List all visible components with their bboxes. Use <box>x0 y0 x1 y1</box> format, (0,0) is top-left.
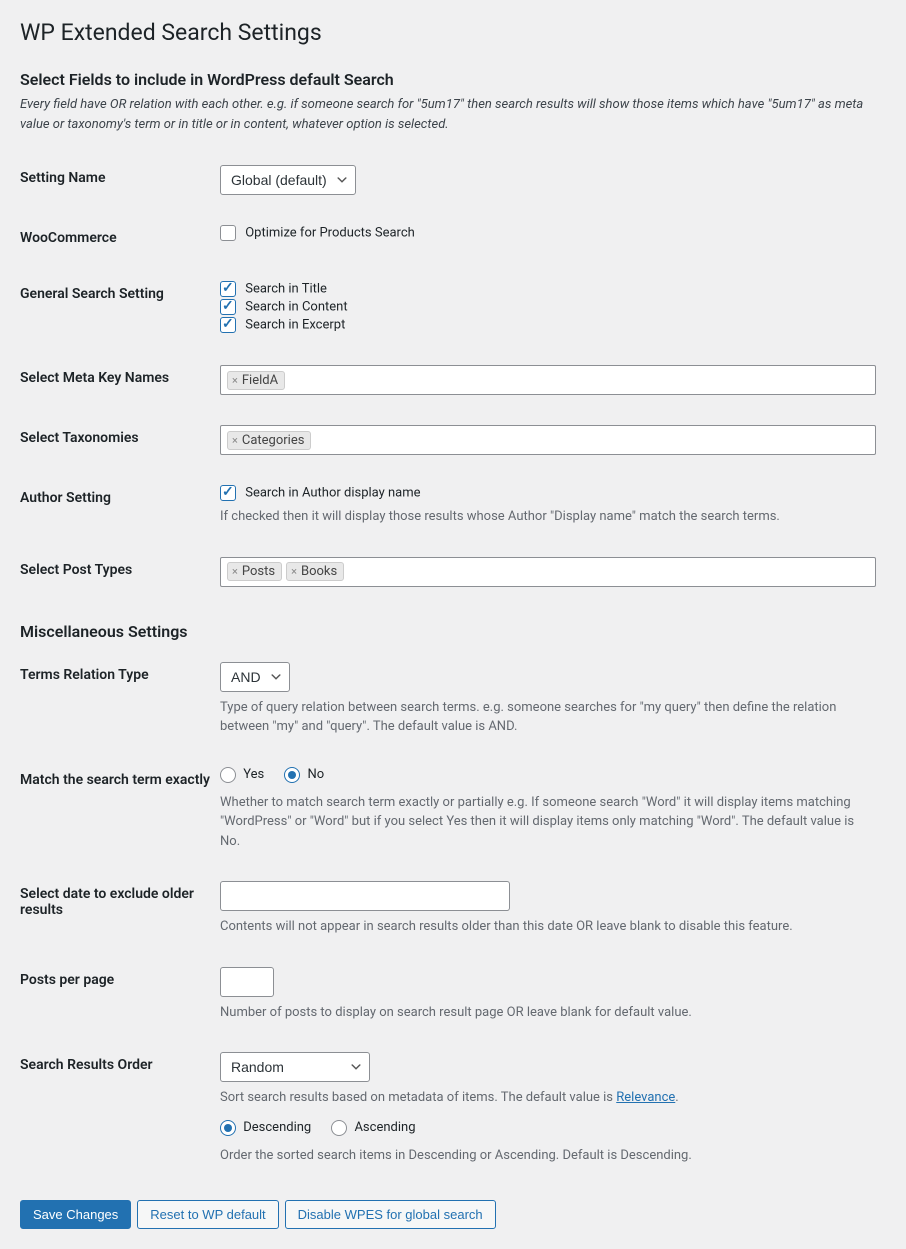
results-order-help: Sort search results based on metadata of… <box>220 1088 876 1108</box>
posts-per-page-help: Number of posts to display on search res… <box>220 1003 876 1023</box>
section-heading-fields: Select Fields to include in WordPress de… <box>20 70 886 89</box>
exact-match-help: Whether to match search term exactly or … <box>220 793 876 852</box>
post-types-input[interactable]: × Posts × Books <box>220 557 876 587</box>
label-terms-relation: Terms Relation Type <box>20 647 220 752</box>
exact-yes-radio[interactable] <box>220 767 236 783</box>
label-results-order: Search Results Order <box>20 1037 220 1180</box>
reset-button[interactable]: Reset to WP default <box>137 1200 278 1229</box>
label-exclude-date: Select date to exclude older results <box>20 866 220 952</box>
exact-yes-label: Yes <box>243 767 264 782</box>
label-taxonomies: Select Taxonomies <box>20 410 220 470</box>
taxonomies-input[interactable]: × Categories <box>220 425 876 455</box>
section-heading-misc: Miscellaneous Settings <box>20 622 886 641</box>
misc-form-table: Terms Relation Type AND Type of query re… <box>20 647 886 1181</box>
save-button[interactable]: Save Changes <box>20 1200 131 1229</box>
ascending-label: Ascending <box>354 1120 415 1135</box>
remove-tag-icon[interactable]: × <box>232 374 238 387</box>
ascending-radio[interactable] <box>331 1120 347 1136</box>
exact-no-label: No <box>307 767 324 782</box>
woocommerce-checkbox[interactable] <box>220 225 236 241</box>
exclude-date-help: Contents will not appear in search resul… <box>220 917 876 937</box>
page-title: WP Extended Search Settings <box>20 10 886 50</box>
button-row: Save Changes Reset to WP default Disable… <box>20 1200 886 1229</box>
setting-name-select[interactable]: Global (default) <box>220 165 356 195</box>
woocommerce-option-label: Optimize for Products Search <box>245 226 415 241</box>
search-excerpt-checkbox[interactable] <box>220 317 236 333</box>
search-title-checkbox[interactable] <box>220 281 236 297</box>
exclude-date-input[interactable] <box>220 881 510 911</box>
descending-radio[interactable] <box>220 1120 236 1136</box>
terms-relation-help: Type of query relation between search te… <box>220 698 876 737</box>
author-help-text: If checked then it will display those re… <box>220 507 876 527</box>
author-option-label: Search in Author display name <box>245 486 420 501</box>
label-meta-keys: Select Meta Key Names <box>20 350 220 410</box>
relevance-link[interactable]: Relevance <box>616 1090 675 1105</box>
remove-tag-icon[interactable]: × <box>232 565 238 578</box>
search-excerpt-label: Search in Excerpt <box>245 318 345 333</box>
descending-label: Descending <box>243 1120 311 1135</box>
label-posts-per-page: Posts per page <box>20 952 220 1038</box>
label-post-types: Select Post Types <box>20 542 220 602</box>
remove-tag-icon[interactable]: × <box>232 434 238 447</box>
order-dir-help: Order the sorted search items in Descend… <box>220 1146 876 1166</box>
label-author: Author Setting <box>20 470 220 542</box>
search-content-label: Search in Content <box>245 300 347 315</box>
meta-key-tag[interactable]: × FieldA <box>227 371 285 390</box>
remove-tag-icon[interactable]: × <box>291 565 297 578</box>
label-general-search: General Search Setting <box>20 266 220 350</box>
search-content-checkbox[interactable] <box>220 299 236 315</box>
post-type-tag[interactable]: × Books <box>286 562 344 581</box>
section-description: Every field have OR relation with each o… <box>20 95 886 134</box>
taxonomy-tag[interactable]: × Categories <box>227 431 311 450</box>
meta-keys-input[interactable]: × FieldA <box>220 365 876 395</box>
results-order-select[interactable]: Random <box>220 1052 370 1082</box>
post-type-tag[interactable]: × Posts <box>227 562 282 581</box>
search-title-label: Search in Title <box>245 282 327 297</box>
terms-relation-select[interactable]: AND <box>220 662 290 692</box>
exact-no-radio[interactable] <box>284 767 300 783</box>
label-setting-name: Setting Name <box>20 150 220 210</box>
posts-per-page-input[interactable] <box>220 967 274 997</box>
disable-button[interactable]: Disable WPES for global search <box>285 1200 496 1229</box>
label-woocommerce: WooCommerce <box>20 210 220 266</box>
author-checkbox[interactable] <box>220 485 236 501</box>
label-exact-match: Match the search term exactly <box>20 752 220 867</box>
settings-form-table: Setting Name Global (default) WooCommerc… <box>20 150 886 602</box>
